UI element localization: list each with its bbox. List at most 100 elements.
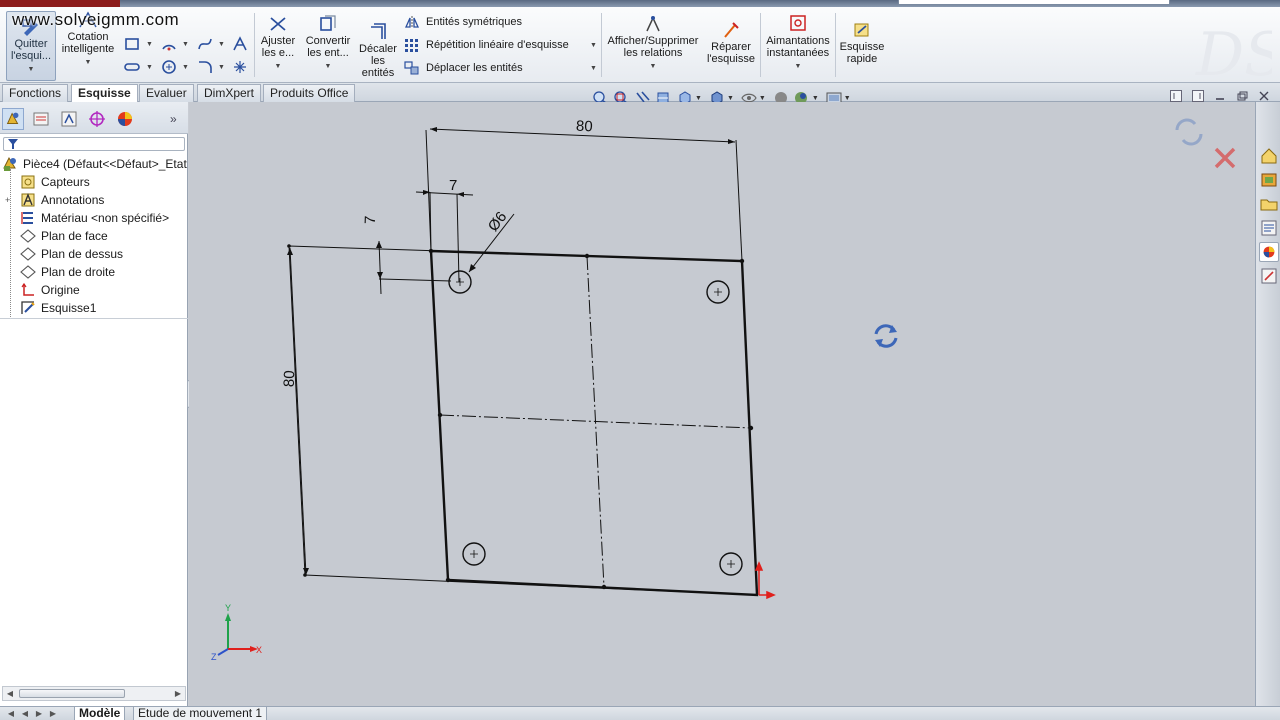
chevron-down-icon[interactable]: ▼ <box>218 64 225 71</box>
minimize-icon[interactable] <box>1214 90 1226 102</box>
graphics-area[interactable]: 80 80 7 7 Ø6 Y X Z <box>189 102 1255 706</box>
tab-evaluer[interactable]: Evaluer <box>139 84 194 102</box>
home-icon[interactable] <box>1259 146 1279 166</box>
spline-icon[interactable] <box>197 36 213 52</box>
tree-item-plan-de-dessus[interactable]: Plan de dessus <box>20 245 123 263</box>
triad-x-label: X <box>256 645 262 655</box>
sketch-inner-square[interactable] <box>429 249 759 597</box>
chevron-down-icon[interactable]: ▼ <box>182 64 189 71</box>
exit-sketch-corner-icon[interactable] <box>1175 118 1203 146</box>
chevron-down-icon[interactable]: ▼ <box>7 64 55 76</box>
mirror-entities-button[interactable]: Entités symétriques <box>404 15 522 29</box>
scroll-left-icon[interactable]: ◀ <box>5 689 15 699</box>
fillet-icon[interactable] <box>197 59 213 75</box>
chevron-down-icon[interactable]: ▼ <box>590 42 597 49</box>
expand-tabs-icon[interactable]: » <box>170 112 177 126</box>
rapid-sketch-button[interactable]: Esquisse rapide <box>838 21 886 65</box>
move-entities-button[interactable]: Déplacer les entités <box>404 61 523 75</box>
scroll-right-icon[interactable]: ▶ <box>173 689 183 699</box>
close-icon[interactable] <box>1258 90 1270 102</box>
tab-fonctions[interactable]: Fonctions <box>2 84 69 102</box>
chevron-down-icon[interactable]: ▼ <box>182 41 189 48</box>
offset-entities-button[interactable]: Décaler les entités <box>356 23 400 79</box>
chevron-down-icon[interactable]: ▼ <box>812 95 819 102</box>
dimension-top-80[interactable]: 80 <box>576 118 593 136</box>
chevron-down-icon[interactable]: ▼ <box>218 41 225 48</box>
expand-icon[interactable]: + <box>5 195 10 205</box>
dimension-hole-x-7[interactable]: 7 <box>449 177 457 194</box>
confirmation-corner[interactable] <box>1175 118 1236 169</box>
chevron-down-icon[interactable]: ▼ <box>606 61 700 73</box>
tile-left-icon[interactable] <box>1170 90 1182 102</box>
smart-dimension-label: Cotation <box>67 31 109 43</box>
next-tab-icon[interactable]: ▶ <box>34 709 44 719</box>
appearances-icon[interactable] <box>1259 242 1279 262</box>
sketch-text-icon[interactable] <box>232 36 248 52</box>
point-icon[interactable] <box>232 59 248 75</box>
svg-text:DS: DS <box>1195 20 1272 83</box>
rectangle-icon[interactable] <box>124 36 140 52</box>
chevron-down-icon[interactable]: ▼ <box>146 64 153 71</box>
first-tab-icon[interactable]: ◀ <box>6 709 16 719</box>
chevron-down-icon[interactable]: ▼ <box>844 95 851 102</box>
dimxpert-manager-tab-icon[interactable] <box>86 108 108 130</box>
sketch-drawing[interactable]: 80 80 7 7 Ø6 Y X Z <box>189 102 1255 706</box>
tab-modele[interactable]: Modèle <box>74 707 126 720</box>
chevron-down-icon[interactable]: ▼ <box>759 95 766 102</box>
linear-pattern-button[interactable]: Répétition linéaire d'esquisse <box>404 38 569 52</box>
last-tab-icon[interactable]: ▶ <box>48 709 58 719</box>
display-manager-tab-icon[interactable] <box>114 108 136 130</box>
chevron-down-icon[interactable]: ▼ <box>764 61 832 73</box>
tab-dimxpert[interactable]: DimXpert <box>197 84 262 102</box>
tile-right-icon[interactable] <box>1192 90 1204 102</box>
search-box[interactable] <box>898 0 1170 5</box>
restore-icon[interactable] <box>1236 90 1248 102</box>
snaps-label: Aimantations <box>766 35 830 47</box>
view-palette-icon[interactable] <box>1259 218 1279 238</box>
tree-root-part[interactable]: Pièce4 (Défaut<<Défaut>_Etat <box>2 155 187 173</box>
chevron-down-icon[interactable]: ▼ <box>727 95 734 102</box>
chevron-down-icon[interactable]: ▼ <box>60 57 116 69</box>
chevron-down-icon[interactable]: ▼ <box>695 95 702 102</box>
tree-item-annotations[interactable]: Annotations <box>20 191 104 209</box>
tree-item-material[interactable]: Matériau <non spécifié> <box>20 209 169 227</box>
feature-manager-tab-icon[interactable] <box>2 108 24 130</box>
arc-icon[interactable] <box>161 36 177 52</box>
quick-snaps-button[interactable]: Aimantations instantanées ▼ <box>764 15 832 73</box>
file-explorer-icon[interactable] <box>1259 194 1279 214</box>
feature-filter-input[interactable] <box>3 137 185 151</box>
custom-properties-icon[interactable] <box>1259 266 1279 286</box>
tree-item-esquisse1[interactable]: Esquisse1 <box>20 299 96 317</box>
cancel-sketch-icon[interactable] <box>1214 147 1236 169</box>
circle-icon[interactable] <box>161 59 177 75</box>
convert-entities-button[interactable]: Convertir les ent... ▼ <box>302 15 354 73</box>
chevron-down-icon[interactable]: ▼ <box>302 61 354 73</box>
tree-item-plan-de-droite[interactable]: Plan de droite <box>20 263 115 281</box>
ribbon-separator <box>760 13 761 77</box>
tab-esquisse[interactable]: Esquisse <box>71 84 138 103</box>
trim-entities-button[interactable]: Ajuster les e... ▼ <box>258 15 298 73</box>
chevron-down-icon[interactable]: ▼ <box>590 65 597 72</box>
chevron-down-icon[interactable]: ▼ <box>146 41 153 48</box>
property-manager-tab-icon[interactable] <box>30 108 52 130</box>
dimension-left-80[interactable]: 80 <box>281 370 299 387</box>
slot-icon[interactable] <box>124 59 140 75</box>
dimension-hole-y-7[interactable]: 7 <box>362 215 379 224</box>
tab-etude-de-mouvement[interactable]: Etude de mouvement 1 <box>133 707 268 720</box>
dimension-diameter-6[interactable]: Ø6 <box>485 209 511 235</box>
chevron-down-icon[interactable]: ▼ <box>258 61 298 73</box>
tree-item-origine[interactable]: Origine <box>20 281 80 299</box>
configuration-manager-tab-icon[interactable] <box>58 108 80 130</box>
scrollbar-thumb[interactable] <box>19 689 125 698</box>
rebuild-icon[interactable] <box>874 324 898 348</box>
tree-item-plan-de-face[interactable]: Plan de face <box>20 227 108 245</box>
sketch-outer-square[interactable] <box>288 245 758 596</box>
design-library-icon[interactable] <box>1259 170 1279 190</box>
repair-sketch-button[interactable]: Réparer l'esquisse <box>704 21 758 65</box>
tab-produits-office[interactable]: Produits Office <box>263 84 356 102</box>
display-delete-relations-button[interactable]: Afficher/Supprimer les relations ▼ <box>606 15 700 73</box>
prev-tab-icon[interactable]: ◀ <box>20 709 30 719</box>
panel-horizontal-scrollbar[interactable]: ◀ ▶ <box>2 686 186 701</box>
tree-item-sensors[interactable]: Capteurs <box>20 173 90 191</box>
linear-pattern-icon <box>405 39 418 52</box>
